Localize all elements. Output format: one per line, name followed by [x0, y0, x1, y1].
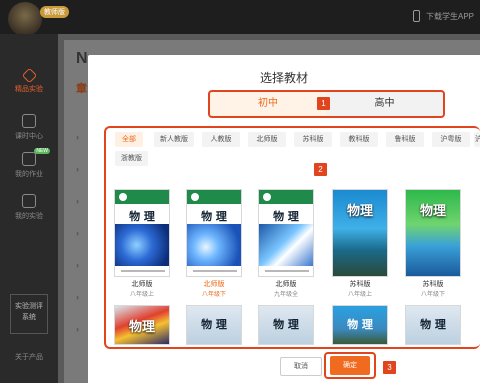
sidebar-item-about[interactable]: 关于产品 [0, 352, 58, 362]
edition-chip[interactable]: 沪 [474, 132, 480, 147]
select-textbook-dialog: 选择教材 初中 高中 1 2 全部 新人教版 人教版 北师版 苏科版 教科版 鲁… [88, 55, 480, 383]
chevron-right-icon: › [76, 228, 79, 238]
textbook-cover[interactable]: 物 理 [186, 305, 242, 345]
sidebar-item-experiments[interactable]: 我的实验 [0, 194, 58, 221]
phone-icon [413, 10, 420, 22]
download-app-link[interactable]: 下载学生APP [426, 11, 474, 22]
sidebar-item-homework[interactable]: NEW 我的作业 [0, 148, 58, 179]
textbook-cover[interactable]: 物 理 [332, 305, 388, 345]
textbook-cover[interactable]: 物理 [114, 305, 170, 345]
textbook-cover[interactable]: 物 理 [114, 189, 170, 277]
edition-chip[interactable]: 新人教版 [154, 132, 194, 147]
homework-icon [22, 152, 36, 166]
chevron-right-icon: › [76, 196, 79, 206]
annotation-box-confirm [324, 352, 376, 379]
textbook-caption: 苏科版 八年级上 [347, 281, 372, 298]
textbook-cover[interactable]: 物 理 [258, 189, 314, 277]
teacher-badge: 教师版 [40, 6, 69, 18]
evaluation-system-entry[interactable]: 实验测评 系统 [10, 294, 48, 334]
annotation-number-2: 2 [314, 163, 327, 176]
edition-chip[interactable]: 浙教版 [115, 151, 148, 166]
edition-chip[interactable]: 沪粤版 [432, 132, 470, 147]
annotation-number-1: 1 [317, 97, 330, 110]
app-logo [8, 2, 42, 36]
top-bar: 教师版 下载学生APP [0, 0, 480, 36]
page-title: N [76, 50, 88, 67]
textbook-cover[interactable]: 物理 [332, 189, 388, 277]
textbook-cover[interactable]: 物理 [405, 189, 461, 277]
edition-chip[interactable]: 人教版 [202, 132, 240, 147]
textbook-cover[interactable]: 物 理 [405, 305, 461, 345]
sidebar-item-lessons[interactable]: 课时中心 [0, 114, 58, 141]
chevron-right-icon: › [76, 292, 79, 302]
dialog-title: 选择教材 [259, 71, 308, 85]
chevron-right-icon: › [76, 324, 79, 334]
sidebar-item-featured[interactable]: 精品实验 [0, 67, 58, 94]
diamond-icon [21, 67, 37, 84]
cancel-button[interactable]: 取消 [280, 357, 322, 376]
chevron-right-icon: › [76, 260, 79, 270]
sidebar: 精品实验 课时中心 NEW 我的作业 我的实验 实验测评 系统 关于产品 [0, 34, 58, 383]
edition-chip[interactable]: 鲁科版 [386, 132, 424, 147]
chevron-right-icon: › [76, 132, 79, 142]
screen-icon [22, 114, 36, 128]
textbook-caption: 苏科版 八年级下 [420, 281, 445, 298]
textbook-caption: 北师版 八年级上 [129, 281, 154, 298]
textbook-cover[interactable]: 物 理 [186, 189, 242, 277]
edition-chip[interactable]: 教科版 [340, 132, 378, 147]
textbook-caption: 北师版 九年级全 [273, 281, 298, 298]
edition-chip-all[interactable]: 全部 [115, 132, 143, 147]
new-badge: NEW [34, 148, 50, 154]
annotation-number-3: 3 [383, 361, 396, 374]
edition-chip[interactable]: 北师版 [248, 132, 286, 147]
chevron-right-icon: › [76, 164, 79, 174]
textbook-cover[interactable]: 物 理 [258, 305, 314, 345]
edition-chip[interactable]: 苏科版 [294, 132, 332, 147]
chapter-label: 章 [76, 83, 87, 95]
lab-icon [22, 194, 36, 208]
textbook-caption-selected: 北师版 八年级下 [201, 281, 226, 298]
